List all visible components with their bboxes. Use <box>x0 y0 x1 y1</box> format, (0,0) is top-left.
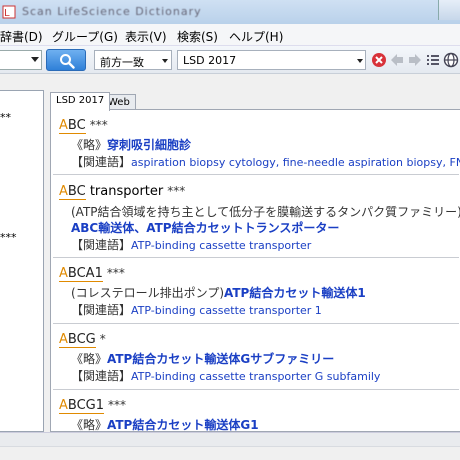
menu-group[interactable]: グループ(G) <box>52 28 118 45</box>
related-link[interactable]: ATP-binding cassette transporter <box>131 239 311 252</box>
importance-stars: *** <box>108 398 127 412</box>
dictionary-select[interactable]: LSD 2017 <box>177 50 366 70</box>
definition-line: 《略》穿刺吸引細胞診 <box>71 138 192 152</box>
menu-view[interactable]: 表示(V) <box>125 28 167 45</box>
status-bar <box>0 446 460 460</box>
forward-arrow-icon[interactable] <box>407 52 423 68</box>
related-terms: 【関連語】aspiration biopsy cytology, fine-ne… <box>71 153 460 170</box>
menu-help[interactable]: ヘルプ(H) <box>229 28 283 45</box>
list-item[interactable]: ** <box>0 111 11 124</box>
menu-dictionary[interactable]: 辞書(D) <box>0 28 43 45</box>
dictionary-value: LSD 2017 <box>183 54 237 67</box>
svg-text:L: L <box>4 8 10 19</box>
entry-divider <box>53 389 459 390</box>
list-icon[interactable] <box>425 52 441 68</box>
back-arrow-icon[interactable] <box>389 52 405 68</box>
menu-bar: 辞書(D) グループ(G) 表示(V) 検索(S) ヘルプ(H) <box>0 24 460 46</box>
importance-stars: * <box>99 332 106 346</box>
definition-line: 《略》ATP結合カセット輸送体G1 <box>71 418 259 432</box>
entry-headword[interactable]: ABCG1 *** <box>59 398 127 414</box>
minimize-button[interactable] <box>438 0 460 20</box>
definition-line: (コレステロール排出ポンプ)ATP結合カセット輸送体1 <box>71 286 366 300</box>
entry-divider <box>53 174 459 175</box>
entry-headword[interactable]: ABC transporter *** <box>59 184 186 200</box>
chevron-down-icon <box>357 59 363 63</box>
importance-stars: *** <box>89 118 108 132</box>
match-mode-select[interactable]: 前方一致 <box>94 50 172 70</box>
window-title: Scan LifeScience Dictionary <box>22 5 202 18</box>
horizontal-scrollbar[interactable] <box>0 432 460 446</box>
related-link[interactable]: ATP-binding cassette transporter 1 <box>131 304 322 317</box>
match-mode-value: 前方一致 <box>100 56 144 69</box>
app-icon: L <box>2 5 16 19</box>
chevron-down-icon <box>162 59 168 63</box>
tab-lsd-2017[interactable]: LSD 2017 <box>50 92 111 111</box>
entry-headword[interactable]: ABCG * <box>59 332 106 348</box>
entry-headword[interactable]: ABCA1 *** <box>59 266 125 282</box>
definition-line: 《略》ATP結合カセット輸送体Gサブファミリー <box>71 352 335 366</box>
list-item[interactable]: *** <box>0 231 17 244</box>
entry-divider <box>53 257 459 258</box>
importance-stars: *** <box>106 266 125 280</box>
related-terms: 【関連語】ATP-binding cassette transporter <box>71 238 312 252</box>
search-button[interactable] <box>46 49 86 71</box>
title-bar: L Scan LifeScience Dictionary <box>0 0 460 24</box>
related-terms: 【関連語】ATP-binding cassette transporter G … <box>71 369 381 383</box>
entry-headword[interactable]: ABC *** <box>59 118 108 134</box>
related-terms: 【関連語】ATP-binding cassette transporter 1 <box>71 303 322 317</box>
related-link[interactable]: aspiration biopsy cytology, fine-needle … <box>131 156 460 169</box>
importance-stars: *** <box>167 184 186 198</box>
entry-divider <box>53 323 459 324</box>
search-history-dropdown-icon[interactable] <box>31 57 39 62</box>
index-list-pane[interactable]: ** *** <box>0 90 44 432</box>
result-pane: ABC *** 《略》穿刺吸引細胞診 【関連語】aspiration biopsy… <box>50 109 460 432</box>
related-link[interactable]: ATP-binding cassette transporter G subfa… <box>131 370 380 383</box>
definition-line: (ATP結合領域を持ち主として低分子を膜輸送するタンパク質ファミリー)AB <box>71 205 460 219</box>
menu-search[interactable]: 検索(S) <box>177 28 218 45</box>
globe-icon[interactable] <box>443 52 459 68</box>
definition-line: ABC輸送体、ATP結合カセットトランスポーター <box>71 221 340 235</box>
search-icon <box>60 54 75 69</box>
stop-icon[interactable] <box>371 52 387 68</box>
